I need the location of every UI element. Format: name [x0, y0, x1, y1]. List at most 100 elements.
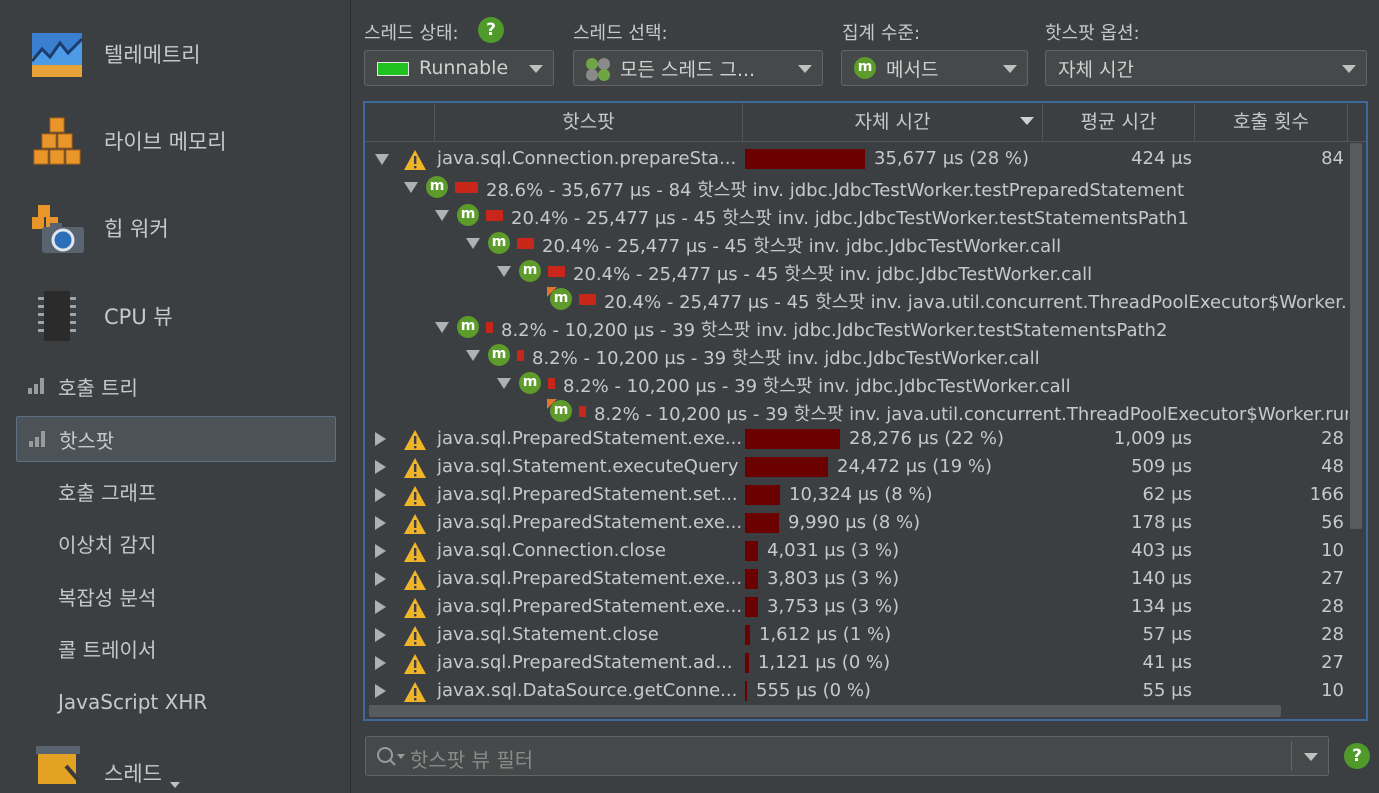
expand-icon[interactable]: [375, 600, 386, 614]
thread-state-combo[interactable]: Runnable: [364, 50, 554, 86]
sort-descending-icon: [1020, 117, 1034, 125]
avg-time: 424 μs: [1131, 148, 1192, 169]
backtrace-row[interactable]: m 28.6% - 35,677 μs - 84 핫스팟 inv. jdbc.Jd…: [365, 173, 1348, 201]
thread-select-combo[interactable]: 모든 스레드 그...: [573, 50, 823, 86]
percent-bar: [517, 350, 524, 361]
telemetry-icon: [30, 33, 84, 77]
table-header: 핫스팟 자체 시간 평균 시간 호출 횟수: [365, 103, 1366, 142]
sidebar-item-call-graph[interactable]: 호출 그래프: [16, 469, 334, 513]
expand-icon[interactable]: [375, 572, 386, 586]
sidebar-item-threads[interactable]: 스레드: [0, 736, 350, 793]
backtrace-row[interactable]: m 8.2% - 10,200 μs - 39 핫스팟 inv. jdbc.Jdb…: [365, 341, 1348, 369]
self-time: 3,803 μs (3 %): [767, 568, 900, 589]
backtrace-row[interactable]: m 20.4% - 25,477 μs - 45 핫스팟 inv. jdbc.Jd…: [365, 201, 1348, 229]
self-time: 24,472 μs (19 %): [837, 456, 993, 477]
help-icon[interactable]: ?: [1344, 743, 1370, 769]
self-time-bar: [745, 597, 758, 617]
collapse-icon[interactable]: [466, 350, 480, 361]
collapse-icon[interactable]: [375, 154, 389, 165]
sidebar-item-telemetry[interactable]: 텔레메트리: [0, 14, 350, 94]
chevron-down-icon[interactable]: [170, 782, 180, 788]
chevron-down-icon[interactable]: [1304, 753, 1318, 761]
collapse-icon[interactable]: [435, 322, 449, 333]
call-count: 10: [1321, 680, 1344, 701]
sidebar-item-outlier-detection[interactable]: 이상치 감지: [16, 521, 334, 565]
sidebar-item-call-tree[interactable]: 호출 트리: [16, 364, 334, 408]
hotspot-filter-field[interactable]: 핫스팟 뷰 필터: [365, 736, 1329, 776]
collapse-icon[interactable]: [497, 266, 511, 277]
backtrace-row[interactable]: m 20.4% - 25,477 μs - 45 핫스팟 inv. java.ut…: [365, 285, 1366, 313]
collapse-icon[interactable]: [466, 238, 480, 249]
expand-icon[interactable]: [375, 488, 386, 502]
backtrace-text: 20.4% - 25,477 μs - 45 핫스팟 inv. jdbc.Jdb…: [542, 236, 1062, 257]
table-row[interactable]: java.sql.PreparedStatement.exe... 28,276 …: [365, 425, 1348, 453]
expand-icon[interactable]: [375, 628, 386, 642]
sidebar-item-call-tracer[interactable]: 콜 트레이서: [16, 626, 334, 670]
backtrace-row[interactable]: m 20.4% - 25,477 μs - 45 핫스팟 inv. jdbc.Jd…: [365, 229, 1348, 257]
self-time: 35,677 μs (28 %): [874, 148, 1030, 169]
hotspot-option-combo[interactable]: 자체 시간: [1045, 50, 1367, 86]
hotspot-name: java.sql.PreparedStatement.exe...: [437, 428, 741, 449]
column-header-self-time[interactable]: 자체 시간: [743, 103, 1043, 141]
table-row[interactable]: java.sql.Statement.executeQuery 24,472 μs…: [365, 453, 1348, 481]
sidebar-item-live-memory[interactable]: 라이브 메모리: [0, 101, 350, 181]
table-row[interactable]: java.sql.PreparedStatement.ad... 1,121 μs…: [365, 649, 1348, 677]
warning-icon: [404, 542, 426, 562]
sidebar-item-label: 호출 그래프: [58, 480, 157, 505]
hotspots-table[interactable]: 핫스팟 자체 시간 평균 시간 호출 횟수 java.sql.Connectio…: [363, 101, 1368, 721]
method-icon: m: [854, 57, 876, 79]
collapse-icon[interactable]: [435, 210, 449, 221]
self-time-bar: [745, 429, 840, 449]
expand-icon[interactable]: [375, 684, 386, 698]
sidebar-item-heap-walker[interactable]: 힙 워커: [0, 188, 350, 268]
table-row[interactable]: java.sql.PreparedStatement.exe... 3,753 μ…: [365, 593, 1348, 621]
horizontal-scrollbar[interactable]: [365, 703, 1348, 719]
sidebar-item-javascript-xhr[interactable]: JavaScript XHR: [16, 680, 334, 724]
backtrace-row[interactable]: m 20.4% - 25,477 μs - 45 핫스팟 inv. jdbc.Jd…: [365, 257, 1348, 285]
expand-icon[interactable]: [375, 516, 386, 530]
warning-icon: [404, 598, 426, 618]
table-row[interactable]: java.sql.PreparedStatement.exe... 9,990 μ…: [365, 509, 1348, 537]
expand-icon[interactable]: [375, 460, 386, 474]
help-icon[interactable]: ?: [478, 17, 504, 43]
self-time: 10,324 μs (8 %): [789, 484, 933, 505]
aggregation-label: 집계 수준:: [842, 23, 921, 44]
sidebar-item-hotspots[interactable]: 핫스팟: [16, 416, 336, 462]
aggregation-combo[interactable]: m 메서드: [841, 50, 1028, 86]
backtrace-row[interactable]: m 8.2% - 10,200 μs - 39 핫스팟 inv. jdbc.Jdb…: [365, 369, 1348, 397]
column-header-count[interactable]: 호출 횟수: [1195, 103, 1348, 141]
table-row[interactable]: java.sql.Connection.prepareSta... 35,677 …: [365, 145, 1348, 173]
table-row[interactable]: java.sql.Connection.close 4,031 μs (3 %) 4…: [365, 537, 1348, 565]
percent-bar: [455, 182, 478, 193]
backtrace-text: 20.4% - 25,477 μs - 45 핫스팟 inv. jdbc.Jdb…: [573, 264, 1093, 285]
filter-placeholder: 핫스팟 뷰 필터: [410, 748, 534, 772]
backtrace-text: 8.2% - 10,200 μs - 39 핫스팟 inv. jdbc.Jdbc…: [563, 376, 1071, 397]
vertical-scrollbar[interactable]: [1348, 143, 1364, 703]
table-row[interactable]: java.sql.Statement.close 1,612 μs (1 %) 57…: [365, 621, 1348, 649]
table-row[interactable]: java.sql.PreparedStatement.exe... 3,803 μ…: [365, 565, 1348, 593]
collapse-icon[interactable]: [497, 378, 511, 389]
backtrace-row[interactable]: m 8.2% - 10,200 μs - 39 핫스팟 inv. java.uti…: [365, 397, 1356, 425]
sidebar-item-label: 콜 트레이서: [58, 637, 157, 662]
self-time-bar: [745, 625, 750, 645]
expand-icon[interactable]: [375, 656, 386, 670]
self-time-bar: [745, 513, 779, 533]
live-memory-icon: [33, 117, 81, 165]
sidebar-item-cpu[interactable]: CPU 뷰: [0, 276, 350, 356]
expand-icon[interactable]: [375, 432, 386, 446]
collapse-icon[interactable]: [404, 182, 418, 193]
percent-bar: [486, 322, 493, 333]
column-header-avg-time[interactable]: 평균 시간: [1043, 103, 1195, 141]
method-icon: m: [426, 176, 448, 198]
scrollbar-thumb[interactable]: [1350, 143, 1362, 529]
backtrace-row[interactable]: m 8.2% - 10,200 μs - 39 핫스팟 inv. jdbc.Jdb…: [365, 313, 1348, 341]
self-time-bar: [745, 569, 758, 589]
table-row[interactable]: javax.sql.DataSource.getConne... 555 μs (…: [365, 677, 1348, 705]
sidebar-item-complexity-analysis[interactable]: 복잡성 분석: [16, 574, 334, 618]
scrollbar-thumb[interactable]: [369, 705, 1281, 717]
hotspot-name: java.sql.PreparedStatement.exe...: [437, 568, 741, 589]
table-row[interactable]: java.sql.PreparedStatement.set... 10,324 …: [365, 481, 1348, 509]
thread-select-label: 스레드 선택:: [573, 23, 668, 44]
expand-icon[interactable]: [375, 544, 386, 558]
column-header-hotspot[interactable]: 핫스팟: [435, 103, 743, 141]
